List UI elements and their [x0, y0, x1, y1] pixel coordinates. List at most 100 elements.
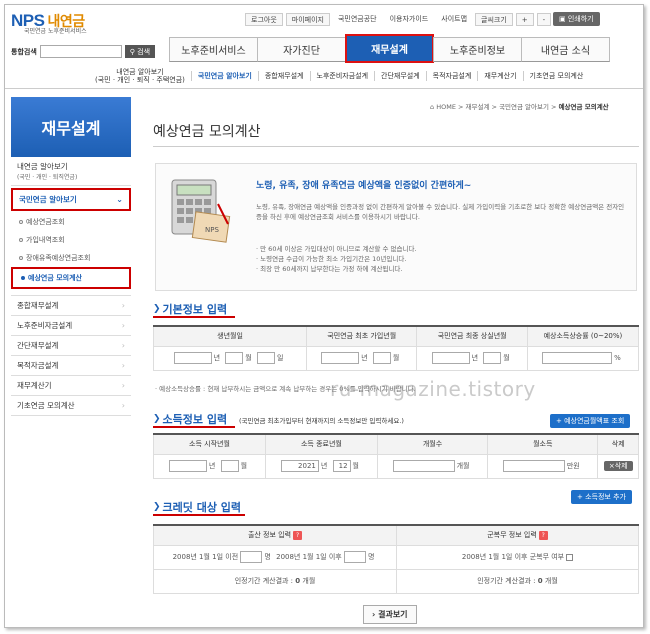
- subnav-purpose[interactable]: 목적자금설계: [425, 70, 478, 81]
- nav-self-diagnosis[interactable]: 자가진단: [257, 37, 346, 62]
- section-marker-icon: ❯: [153, 414, 161, 424]
- nps-link[interactable]: 국민연금공단: [333, 13, 382, 26]
- guide-link[interactable]: 이용자가이드: [385, 13, 434, 26]
- side-item-purpose[interactable]: 목적자금설계 ›: [11, 356, 131, 376]
- sitemap-link[interactable]: 사이트맵: [436, 13, 472, 26]
- last-loss-year-input[interactable]: [431, 352, 470, 364]
- help-icon[interactable]: ?: [293, 531, 303, 541]
- logout-link[interactable]: 로그아웃: [245, 13, 283, 26]
- crumb-financial[interactable]: 재무설계: [466, 103, 490, 111]
- income-start-year-input[interactable]: [168, 460, 207, 472]
- unit-persons: 명: [264, 553, 271, 561]
- bullet-icon: [19, 238, 23, 242]
- font-decrease-button[interactable]: -: [536, 13, 552, 26]
- unit-percent: %: [614, 354, 621, 362]
- nav-retirement-service[interactable]: 노후준비서비스: [169, 37, 258, 62]
- children-before-input[interactable]: [240, 551, 263, 563]
- birth-cell: 년 월 일: [152, 345, 308, 371]
- nav-pension-news[interactable]: 내연금 소식: [521, 37, 610, 62]
- side-sub-enrollment-history[interactable]: 가입내역조회: [11, 231, 131, 249]
- childbirth-result-cell: 인정기간 계산결과 : 0 개월: [153, 568, 397, 594]
- intro-list-item: · 만 60세 이상은 가입대상이 아니므로 계산할 수 없습니다.: [256, 245, 417, 253]
- bullet-icon: [19, 256, 23, 260]
- side-item-calculator[interactable]: 재무계산기 ›: [11, 376, 131, 396]
- side-sub-disability-survivor[interactable]: 장애유족예상연금조회: [11, 249, 131, 267]
- intro-list-item: · 노령연금 수급이 가능한 최소 가입기간은 10년입니다.: [256, 255, 407, 263]
- calculator-nps-label: NPS: [205, 226, 219, 234]
- childbirth-cell: 2008년 1월 1일 이전 명 2008년 1월 1일 이후 명: [153, 544, 397, 570]
- first-join-year-input[interactable]: [321, 352, 360, 364]
- military-cell: 2008년 1월 1일 이후 군복무 여부: [396, 544, 639, 570]
- font-size-label: 글씨크기: [475, 13, 513, 26]
- pension-table-button[interactable]: + 예상연금월액표 조회: [550, 414, 631, 428]
- side-item-basic-pension[interactable]: 기초연금 모의계산 ›: [11, 396, 131, 416]
- military-result-value: 0: [537, 577, 543, 585]
- unit-year: 년: [208, 462, 216, 470]
- income-end-month-input[interactable]: 12: [332, 460, 351, 472]
- side-sub-simulation[interactable]: 예상연금 모의계산: [11, 267, 131, 289]
- col-delete: 삭제: [597, 433, 639, 455]
- mypage-link[interactable]: 마이페이지: [285, 13, 330, 26]
- crumb-national[interactable]: 국민연금 알아보기: [499, 103, 549, 111]
- search-button[interactable]: ⚲ 검색: [124, 45, 156, 58]
- subnav-simple[interactable]: 간단재무설계: [374, 70, 426, 81]
- page-title: 예상연금 모의계산: [153, 124, 261, 140]
- unit-months: 개월: [544, 577, 558, 585]
- help-icon[interactable]: ?: [538, 531, 548, 541]
- months-input[interactable]: [392, 460, 455, 472]
- crumb-home[interactable]: HOME: [436, 103, 456, 111]
- search-input[interactable]: [39, 45, 122, 58]
- subnav-comprehensive[interactable]: 종합재무설계: [257, 70, 310, 81]
- first-join-month-input[interactable]: [372, 352, 391, 364]
- print-label: 인쇄하기: [567, 15, 594, 23]
- sub-nav: 내연금 알아보기 (국민 · 개인 · 퇴직 · 주택연금) 국민연금 알아보기…: [5, 63, 643, 89]
- top-links: 로그아웃 마이페이지 국민연금공단 이용자가이드 사이트맵 글씨크기 + -: [245, 13, 552, 26]
- side-item-comprehensive[interactable]: 종합재무설계 ›: [11, 295, 131, 316]
- subnav-retirement-fund[interactable]: 노후준비자금설계: [309, 70, 375, 81]
- unit-months: 개월: [456, 462, 470, 470]
- side-item-national-pension[interactable]: 국민연금 알아보기 ⌄: [11, 188, 131, 211]
- side-item-my-pension-label: 내연금 알아보기: [17, 162, 68, 171]
- col-monthly-income: 월소득: [487, 433, 599, 455]
- font-increase-button[interactable]: +: [515, 13, 534, 26]
- income-end-year-input[interactable]: 2021: [280, 460, 319, 472]
- birth-year-input[interactable]: [173, 352, 212, 364]
- unit-month: 월: [503, 354, 510, 362]
- children-after-input[interactable]: [343, 551, 366, 563]
- unit-day: 일: [276, 354, 284, 362]
- view-result-button[interactable]: › 결과보기: [363, 605, 417, 624]
- subnav-calculator[interactable]: 재무계산기: [477, 70, 522, 81]
- birth-day-input[interactable]: [256, 352, 275, 364]
- military-checkbox[interactable]: [566, 553, 574, 561]
- delete-row-button[interactable]: ×삭제: [603, 461, 633, 471]
- logo-tagline: 국민연금 노후준비서비스: [24, 28, 87, 35]
- subnav-my-pension[interactable]: 내연금 알아보기 (국민 · 개인 · 퇴직 · 주택연금): [89, 68, 191, 84]
- intro-body: 노령, 유족, 장애연금 예상액을 인증과정 없이 간편하게 알아볼 수 있습니…: [256, 203, 625, 221]
- unit-year: 년: [320, 462, 328, 470]
- side-item-retirement-fund[interactable]: 노후준비자금설계 ›: [11, 316, 131, 336]
- subnav-national-pension[interactable]: 국민연금 알아보기: [190, 70, 258, 81]
- nav-retirement-info[interactable]: 노후준비정보: [433, 37, 522, 62]
- side-sub-label: 장애유족예상연금조회: [26, 254, 91, 262]
- bullet-icon: [21, 276, 25, 280]
- subnav-basic-pension[interactable]: 기초연금 모의계산: [522, 70, 590, 81]
- print-button[interactable]: ▣ 인쇄하기: [553, 12, 600, 26]
- search-button-label: 검색: [137, 48, 151, 56]
- side-menu: 재무설계 내연금 알아보기 (국민 · 개인 · 퇴직연금) 국민연금 알아보기…: [11, 97, 131, 416]
- side-item-my-pension[interactable]: 내연금 알아보기 (국민 · 개인 · 퇴직연금): [11, 157, 131, 186]
- monthly-income-input[interactable]: [502, 460, 565, 472]
- intro-headline: 노령, 유족, 장애 유족연금 예상액을 인증없이 간편하게~: [256, 181, 472, 191]
- income-rate-input[interactable]: [542, 352, 613, 364]
- last-loss-month-input[interactable]: [483, 352, 502, 364]
- side-sub-expected-pension[interactable]: 예상연금조회: [11, 213, 131, 231]
- monthly-income-cell: 만원: [487, 453, 599, 479]
- title-divider: [153, 146, 639, 147]
- unit-won: 만원: [566, 462, 580, 470]
- search-label: 통합검색: [11, 47, 37, 56]
- last-loss-cell: 년 월: [416, 345, 528, 371]
- side-item-simple[interactable]: 간단재무설계 ›: [11, 336, 131, 356]
- add-income-button[interactable]: + 소득정보 추가: [571, 490, 632, 504]
- income-start-month-input[interactable]: [220, 460, 239, 472]
- birth-month-input[interactable]: [225, 352, 244, 364]
- nav-financial-planning[interactable]: 재무설계: [345, 34, 434, 63]
